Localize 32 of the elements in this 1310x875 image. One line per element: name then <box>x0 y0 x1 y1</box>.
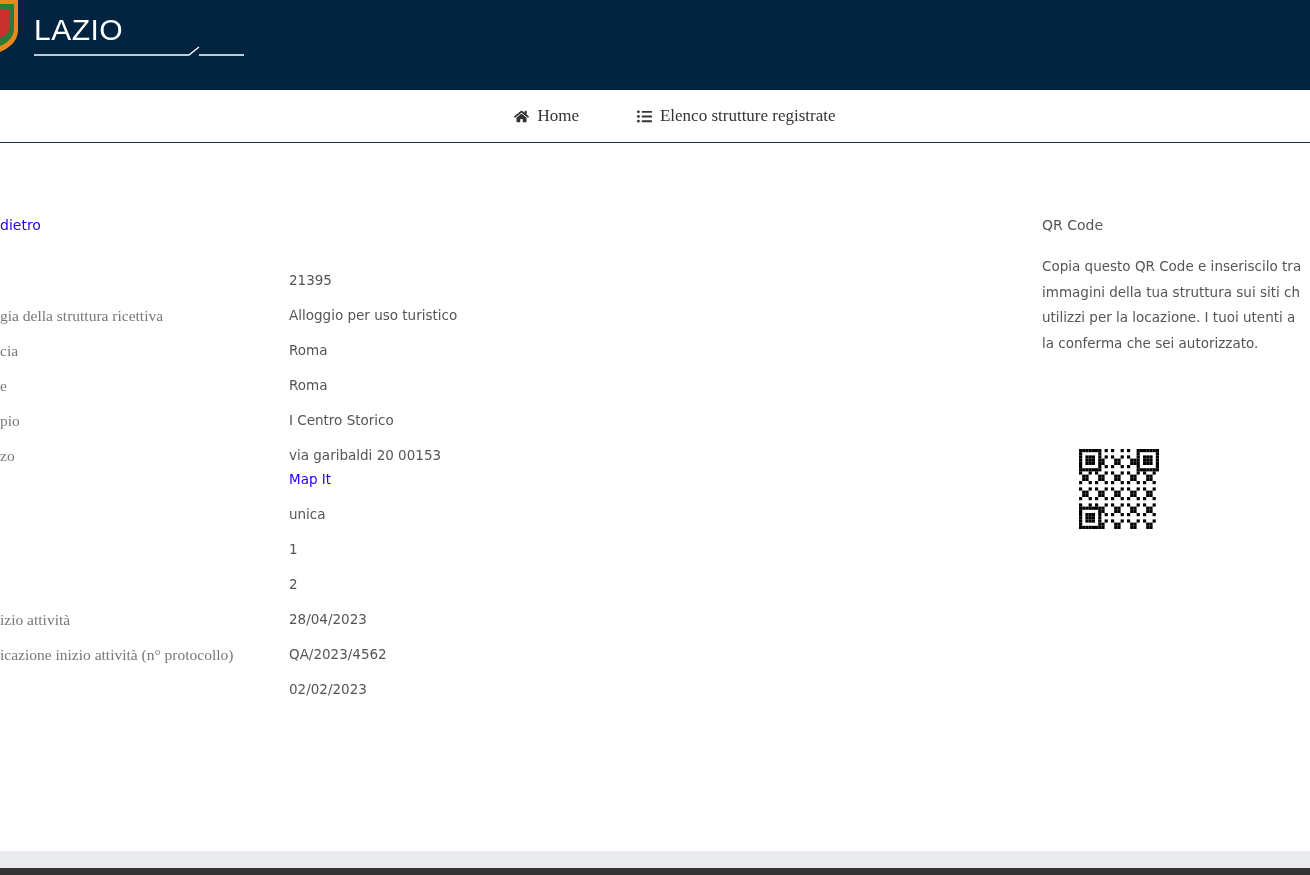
field-value: 1 <box>289 540 299 559</box>
home-icon <box>514 108 530 124</box>
field-value: 2 <box>289 575 299 594</box>
field-value: 02/02/2023 <box>289 680 368 699</box>
map-link[interactable]: Map It <box>289 470 458 489</box>
field-value: I Centro Storico <box>289 411 395 430</box>
field-label: e <box>0 377 7 394</box>
qr-instructions-line: immagini della tua struttura sui siti ch <box>1042 282 1302 302</box>
field-value: 28/04/2023 <box>289 610 368 629</box>
nav-link[interactable]: Elenco strutture registrate <box>636 106 836 126</box>
field-value: Roma <box>289 376 329 395</box>
field-label: cia <box>0 342 19 359</box>
field-value: Roma <box>289 341 329 360</box>
field-label: izio attività <box>0 611 71 628</box>
qr-instructions-line: Copia questo QR Code e inseriscilo tra <box>1042 257 1303 276</box>
list-icon <box>636 108 652 124</box>
field-value: QA/2023/4562 <box>289 645 388 664</box>
field-label: gia della struttura ricettiva <box>0 307 164 324</box>
field-value: 21395 <box>289 271 333 290</box>
field-label: zo <box>0 447 15 464</box>
qr-instructions-line: utilizzi per la locazione. I tuoi utenti a <box>1042 308 1297 327</box>
field-label: icazione inizio attività (n° protocollo) <box>0 646 234 663</box>
field-value: Alloggio per uso turistico <box>289 306 458 325</box>
qr-instructions-line: la conferma che sei autorizzato. <box>1042 333 1260 353</box>
back-link[interactable]: dietro <box>0 217 458 233</box>
nav-link[interactable]: Home <box>514 106 579 126</box>
field-value: via garibaldi 20 00153 <box>289 446 443 465</box>
logo-text: LAZIO <box>34 14 124 46</box>
emblem-icon <box>0 0 20 52</box>
qr-title: QR Code <box>1042 217 1105 233</box>
field-value: unica <box>289 505 327 524</box>
field-label: pio <box>0 412 20 429</box>
